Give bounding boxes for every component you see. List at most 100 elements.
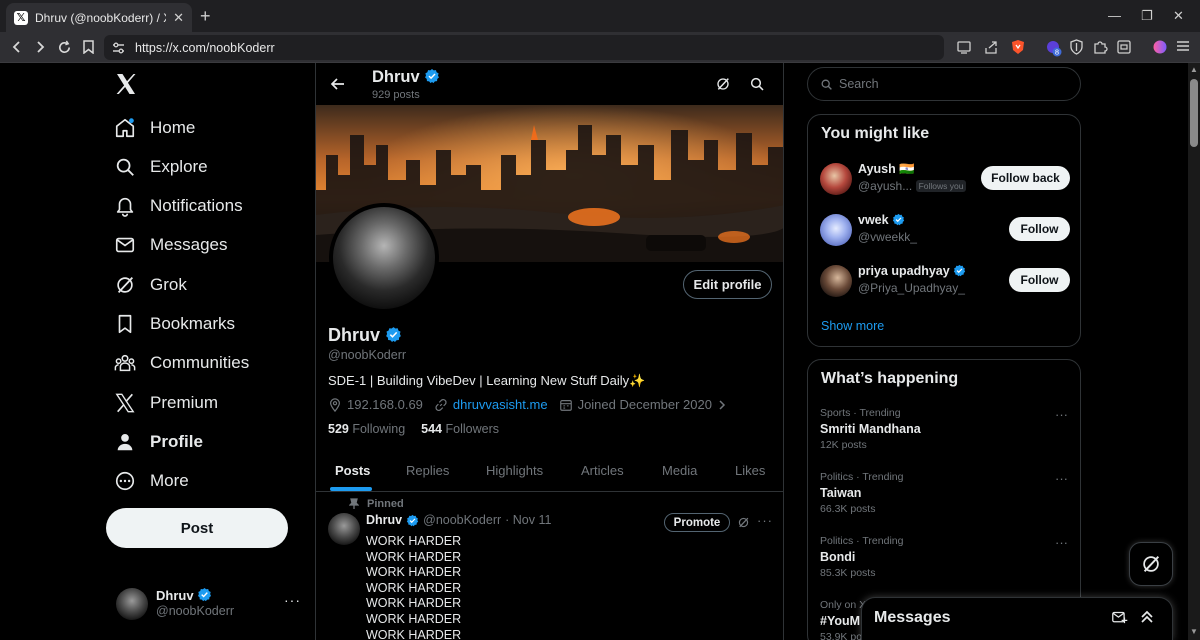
reader-mode-icon[interactable] <box>1116 39 1132 55</box>
tab-highlights[interactable]: Highlights <box>486 463 543 478</box>
search-profile-icon[interactable] <box>749 76 765 92</box>
search-input[interactable]: Search <box>807 67 1081 101</box>
profile-avatar[interactable] <box>329 203 439 313</box>
extension-icon[interactable]: 8 <box>1045 39 1062 57</box>
calendar-icon <box>559 399 572 411</box>
trend-item[interactable]: Politics · Trending Taiwan 66.3K posts ·… <box>820 471 1070 515</box>
post-more-icon[interactable]: ··· <box>757 513 773 528</box>
follow-back-button[interactable]: Follow back <box>981 166 1070 190</box>
following-count: 529 <box>328 422 349 436</box>
new-tab-icon[interactable]: + <box>200 7 211 25</box>
home-icon <box>115 118 135 138</box>
extensions-puzzle-icon[interactable] <box>1092 39 1108 55</box>
trend-more-icon[interactable]: ··· <box>1055 407 1068 422</box>
nav-home[interactable]: Home <box>114 113 195 143</box>
close-window-icon[interactable]: ✕ <box>1173 8 1184 24</box>
tab-replies[interactable]: Replies <box>406 463 449 478</box>
menu-icon[interactable] <box>1176 39 1192 55</box>
post-date[interactable]: · Nov 11 <box>505 513 551 527</box>
reload-icon[interactable] <box>55 38 73 56</box>
nav-profile[interactable]: Profile <box>114 427 203 457</box>
page-scrollbar[interactable]: ▲ ▼ <box>1188 63 1200 640</box>
nav-messages[interactable]: Messages <box>114 230 227 260</box>
post-author-name[interactable]: Dhruv <box>366 513 402 527</box>
browser-tab[interactable]: 𝕏 Dhruv (@noobKoderr) / X ✕ <box>6 3 192 32</box>
nav-grok[interactable]: Grok <box>114 270 187 300</box>
nav-notifications[interactable]: Notifications <box>114 191 243 221</box>
followers-link[interactable]: 544 Followers <box>421 422 499 436</box>
show-more-link[interactable]: Show more <box>821 319 884 333</box>
back-arrow-icon[interactable] <box>330 76 346 92</box>
header-name-row: Dhruv <box>372 68 440 87</box>
profile-name: Dhruv <box>328 325 381 345</box>
trend-more-icon[interactable]: ··· <box>1055 535 1068 550</box>
tab-posts[interactable]: Posts <box>335 463 370 478</box>
promote-button[interactable]: Promote <box>664 513 730 532</box>
trend-item[interactable]: Politics · Trending Bondi 85.3K posts ··… <box>820 535 1070 579</box>
scroll-up-icon[interactable]: ▲ <box>1190 65 1198 74</box>
profile-joined: Joined December 2020 <box>577 397 712 412</box>
tab-media[interactable]: Media <box>662 463 697 478</box>
scrollbar-thumb[interactable] <box>1190 79 1198 147</box>
site-settings-icon[interactable] <box>112 42 125 54</box>
follows-you-badge: Follows you <box>915 180 967 192</box>
edit-profile-button[interactable]: Edit profile <box>683 270 772 299</box>
follow-button[interactable]: Follow <box>1009 268 1070 292</box>
nav-premium[interactable]: Premium <box>114 388 218 418</box>
post-line: WORK HARDER <box>366 580 462 595</box>
nav-label: Profile <box>150 432 203 451</box>
nav-more[interactable]: More <box>114 466 189 496</box>
suggestion-vwek[interactable]: vwek @vweekk_ Follow <box>820 211 1070 251</box>
tabs-divider <box>316 491 783 492</box>
back-icon[interactable] <box>8 38 26 56</box>
forward-icon[interactable] <box>31 38 49 56</box>
scroll-down-icon[interactable]: ▼ <box>1190 627 1198 636</box>
profile-bio: SDE-1 | Building VibeDev | Learning New … <box>328 373 646 388</box>
address-bar[interactable]: https://x.com/noobKoderr <box>104 35 944 60</box>
grok-post-icon[interactable] <box>737 516 750 529</box>
bookmark-page-icon[interactable] <box>79 38 97 56</box>
messages-drawer[interactable]: Messages <box>861 597 1173 640</box>
nav-bookmarks[interactable]: Bookmarks <box>114 309 235 339</box>
account-more-icon[interactable]: ··· <box>284 592 301 608</box>
x-logo-icon[interactable] <box>114 72 138 96</box>
pin-icon <box>349 498 359 509</box>
verified-badge-icon <box>406 514 419 526</box>
envelope-icon <box>115 237 135 253</box>
grok-header-icon[interactable] <box>715 76 731 92</box>
nav-label: Communities <box>150 353 250 372</box>
nav-communities[interactable]: Communities <box>114 348 249 378</box>
post-author-handle[interactable]: @noobKoderr <box>423 513 501 527</box>
cast-icon[interactable] <box>956 39 972 55</box>
profile-website-link[interactable]: dhruvvasisht.me <box>453 397 548 412</box>
post-author-avatar[interactable] <box>328 513 360 545</box>
new-message-icon[interactable] <box>1111 609 1128 626</box>
tab-articles[interactable]: Articles <box>581 463 624 478</box>
suggestion-priya[interactable]: priya upadhyay @Priya_Upadhyay_ Follow <box>820 262 1070 302</box>
post-header: Dhruv @noobKoderr · Nov 11 <box>366 513 551 527</box>
you-might-like-card: You might like Ayush 🇮🇳 @ayush... Follow… <box>807 114 1081 347</box>
brave-shield-icon[interactable] <box>1010 39 1026 55</box>
shield-extension-icon[interactable] <box>1069 39 1085 55</box>
profile-name-row: Dhruv <box>328 325 402 346</box>
restore-icon[interactable]: ❐ <box>1141 8 1153 24</box>
grok-floating-button[interactable] <box>1129 542 1173 586</box>
close-tab-icon[interactable]: ✕ <box>173 10 184 26</box>
leo-ai-icon[interactable] <box>1152 39 1168 55</box>
post-body: WORK HARDER WORK HARDER WORK HARDER WORK… <box>366 534 461 640</box>
expand-drawer-icon[interactable] <box>1139 609 1155 625</box>
chevron-right-icon[interactable] <box>717 399 727 411</box>
nav-explore[interactable]: Explore <box>114 152 208 182</box>
tab-likes[interactable]: Likes <box>735 463 765 478</box>
following-link[interactable]: 529 Following <box>328 422 405 436</box>
follow-button[interactable]: Follow <box>1009 217 1070 241</box>
minimize-icon[interactable]: — <box>1108 8 1121 23</box>
avatar <box>820 163 852 195</box>
trend-more-icon[interactable]: ··· <box>1055 471 1068 486</box>
account-switcher[interactable]: Dhruv @noobKoderr ··· <box>114 586 304 620</box>
post-button[interactable]: Post <box>106 508 288 548</box>
verified-badge-icon <box>892 213 905 226</box>
share-icon[interactable] <box>983 39 999 55</box>
suggestion-ayush[interactable]: Ayush 🇮🇳 @ayush... Follows you Follow ba… <box>820 160 1070 200</box>
trend-item[interactable]: Sports · Trending Smriti Mandhana 12K po… <box>820 407 1070 451</box>
